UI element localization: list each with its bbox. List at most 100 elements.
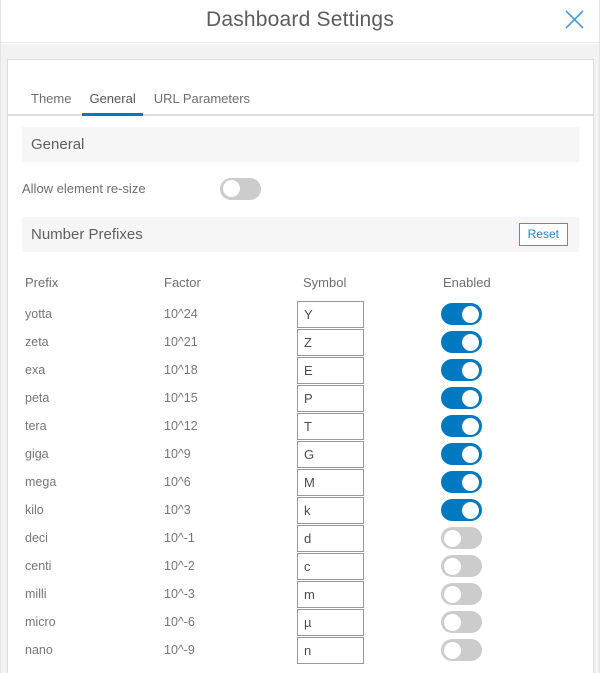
toggle-knob: [444, 558, 461, 575]
prefix-table-row: tera 10^12: [22, 412, 579, 440]
tab-general[interactable]: General: [82, 85, 142, 116]
symbol-input[interactable]: [297, 497, 364, 524]
symbol-input[interactable]: [297, 357, 364, 384]
symbol-input[interactable]: [297, 413, 364, 440]
prefix-table-row: mega 10^6: [22, 468, 579, 496]
prefix-table-row: deci 10^-1: [22, 524, 579, 552]
symbol-input[interactable]: [297, 441, 364, 468]
symbol-input[interactable]: [297, 581, 364, 608]
factor-value: 10^21: [164, 335, 300, 349]
prefix-label: nano: [25, 643, 164, 657]
toggle-knob: [462, 362, 479, 379]
factor-value: 10^-3: [164, 587, 300, 601]
tab-url-parameters[interactable]: URL Parameters: [147, 85, 257, 116]
prefix-table-row: kilo 10^3: [22, 496, 579, 524]
dashboard-settings-dialog: Dashboard Settings Theme General URL Par…: [0, 0, 600, 673]
factor-value: 10^9: [164, 447, 300, 461]
close-button[interactable]: [562, 7, 586, 31]
enabled-toggle[interactable]: [441, 639, 482, 661]
symbol-input[interactable]: [297, 329, 364, 356]
factor-value: 10^12: [164, 419, 300, 433]
general-section-heading: General: [31, 136, 568, 153]
enabled-toggle[interactable]: [441, 387, 482, 409]
reset-button[interactable]: Reset: [519, 223, 568, 246]
factor-value: 10^-6: [164, 615, 300, 629]
enabled-toggle[interactable]: [441, 611, 482, 633]
prefix-table-row: peta 10^15: [22, 384, 579, 412]
prefix-table-row: nano 10^-9: [22, 636, 579, 664]
enabled-toggle[interactable]: [441, 527, 482, 549]
symbol-input[interactable]: [297, 301, 364, 328]
toggle-knob: [462, 418, 479, 435]
symbol-input[interactable]: [297, 385, 364, 412]
toggle-knob: [444, 530, 461, 547]
general-section-header: General: [22, 127, 579, 162]
prefix-label: peta: [25, 391, 164, 405]
enabled-toggle[interactable]: [441, 555, 482, 577]
prefix-table-row: giga 10^9: [22, 440, 579, 468]
prefix-label: kilo: [25, 503, 164, 517]
toggle-knob: [462, 306, 479, 323]
close-icon: [564, 9, 585, 30]
symbol-input[interactable]: [297, 609, 364, 636]
enabled-toggle[interactable]: [441, 331, 482, 353]
toggle-knob: [462, 502, 479, 519]
prefix-table-header: Prefix Factor Symbol Enabled: [22, 275, 579, 290]
allow-resize-row: Allow element re-size: [22, 177, 579, 200]
factor-value: 10^-2: [164, 559, 300, 573]
prefix-label: milli: [25, 587, 164, 601]
panel-content: General Allow element re-size Number Pre…: [8, 127, 593, 664]
toggle-knob: [462, 390, 479, 407]
prefix-label: giga: [25, 447, 164, 461]
prefix-table-row: yotta 10^24: [22, 300, 579, 328]
factor-value: 10^6: [164, 475, 300, 489]
number-prefixes-section-header: Number Prefixes Reset: [22, 217, 579, 252]
number-prefixes-heading: Number Prefixes: [31, 226, 519, 243]
toggle-knob: [462, 474, 479, 491]
toggle-knob: [462, 446, 479, 463]
factor-value: 10^3: [164, 503, 300, 517]
enabled-toggle[interactable]: [441, 583, 482, 605]
dialog-title: Dashboard Settings: [206, 8, 394, 32]
prefix-label: yotta: [25, 307, 164, 321]
factor-value: 10^15: [164, 391, 300, 405]
prefix-table-row: milli 10^-3: [22, 580, 579, 608]
prefix-table-row: zeta 10^21: [22, 328, 579, 356]
prefix-label: exa: [25, 363, 164, 377]
prefix-table-row: micro 10^-6: [22, 608, 579, 636]
factor-value: 10^18: [164, 363, 300, 377]
symbol-input[interactable]: [297, 469, 364, 496]
tab-theme[interactable]: Theme: [24, 85, 78, 116]
prefix-label: deci: [25, 531, 164, 545]
allow-resize-label: Allow element re-size: [22, 181, 220, 196]
enabled-toggle[interactable]: [441, 471, 482, 493]
toggle-knob: [444, 586, 461, 603]
allow-resize-toggle[interactable]: [220, 178, 261, 200]
tabs-bar: Theme General URL Parameters: [8, 85, 593, 116]
factor-value: 10^-9: [164, 643, 300, 657]
toggle-knob: [223, 180, 240, 197]
factor-value: 10^24: [164, 307, 300, 321]
symbol-input[interactable]: [297, 553, 364, 580]
symbol-input[interactable]: [297, 637, 364, 664]
toggle-knob: [444, 642, 461, 659]
enabled-toggle[interactable]: [441, 443, 482, 465]
prefix-label: mega: [25, 475, 164, 489]
prefix-table-row: centi 10^-2: [22, 552, 579, 580]
factor-value: 10^-1: [164, 531, 300, 545]
column-header-symbol: Symbol: [300, 275, 440, 290]
prefix-table-row: exa 10^18: [22, 356, 579, 384]
dialog-header: Dashboard Settings: [1, 0, 599, 43]
prefix-label: tera: [25, 419, 164, 433]
toggle-knob: [444, 614, 461, 631]
enabled-toggle[interactable]: [441, 359, 482, 381]
enabled-toggle[interactable]: [441, 303, 482, 325]
toggle-knob: [462, 334, 479, 351]
enabled-toggle[interactable]: [441, 499, 482, 521]
symbol-input[interactable]: [297, 525, 364, 552]
prefix-label: zeta: [25, 335, 164, 349]
enabled-toggle[interactable]: [441, 415, 482, 437]
column-header-enabled: Enabled: [440, 275, 579, 290]
prefix-label: centi: [25, 559, 164, 573]
prefix-label: micro: [25, 615, 164, 629]
